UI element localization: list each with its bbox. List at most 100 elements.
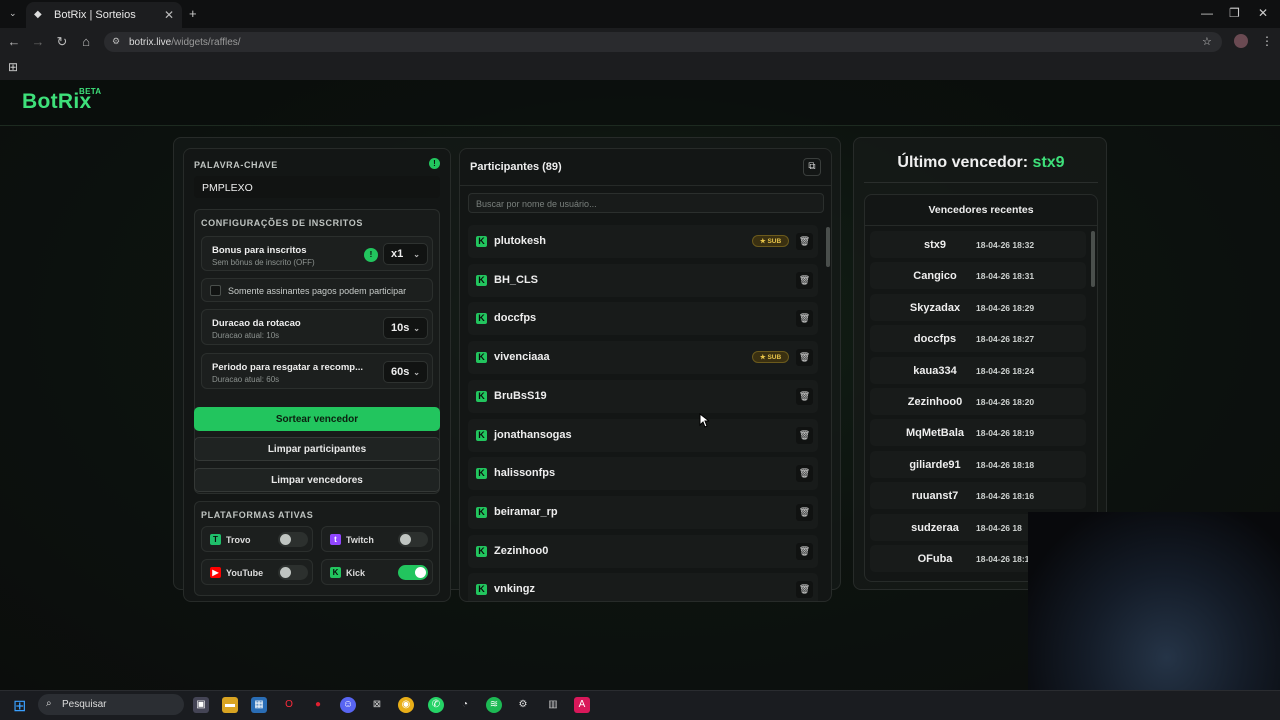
restore-icon[interactable]: ❐ — [1229, 6, 1240, 20]
apps-grid-icon[interactable]: ⊞ — [8, 60, 18, 74]
clear-participants-button[interactable]: Limpar participantes — [194, 437, 440, 461]
winner-date: 18-04-26 18:20 — [976, 397, 1035, 407]
bonus-title: Bonus para inscritos — [212, 245, 307, 256]
url-domain: botrix.live — [129, 36, 172, 48]
clock-app-icon[interactable]: ◔ — [457, 697, 473, 713]
site-info-icon[interactable]: ⚙ — [112, 36, 120, 47]
menu-icon[interactable]: ⋮ — [1261, 34, 1273, 48]
rotation-select[interactable]: 10s ⌄ — [383, 317, 428, 339]
twitch-icon: t — [330, 534, 341, 545]
app-red-icon[interactable]: ● — [310, 697, 326, 713]
app-pink-icon[interactable]: A — [574, 697, 590, 713]
trovo-icon: T — [210, 534, 221, 545]
minimize-icon[interactable]: — — [1201, 6, 1213, 20]
youtube-toggle[interactable] — [278, 565, 308, 580]
trash-icon[interactable]: 🗑 — [796, 349, 813, 367]
address-bar[interactable]: ⚙ botrix.live/widgets/raffles/ ☆ — [104, 32, 1222, 52]
keyword-info-icon[interactable]: ! — [429, 158, 440, 169]
bookmark-star-icon[interactable]: ☆ — [1202, 35, 1212, 48]
bonus-select[interactable]: x1 ⌄ — [383, 243, 428, 265]
browser-titlebar: ⌄ ◆ BotRix | Sorteios ✕ + — ❐ ✕ — [0, 0, 1280, 28]
botrix-favicon-icon: ◆ — [34, 9, 42, 20]
windows-taskbar — [0, 690, 1280, 720]
clear-winners-button[interactable]: Limpar vencedores — [194, 468, 440, 492]
recent-winners-title: Vencedores recentes — [928, 204, 1034, 216]
profile-avatar[interactable] — [1234, 34, 1248, 48]
home-icon[interactable]: ⌂ — [78, 34, 94, 49]
participant-row: Kplutokesh ★ SUB 🗑 — [468, 225, 818, 258]
winner-row: MqMetBala 18-04-26 18:19 — [870, 419, 1086, 447]
chrome-icon[interactable]: ◉ — [398, 697, 414, 713]
winner-row: Zezinhoo0 18-04-26 18:20 — [870, 388, 1086, 415]
tab-title: BotRix | Sorteios — [54, 9, 136, 21]
reload-icon[interactable]: ↻ — [54, 34, 70, 50]
trash-icon[interactable]: 🗑 — [796, 387, 813, 405]
back-icon[interactable]: ← — [6, 34, 22, 49]
trovo-toggle[interactable] — [278, 532, 308, 547]
kick-icon: K — [476, 313, 487, 325]
whatsapp-icon[interactable]: ✆ — [428, 697, 444, 713]
participant-name: doccfps — [494, 312, 537, 325]
trash-icon[interactable]: 🗑 — [796, 542, 813, 560]
subs-section-label: CONFIGURAÇÕES DE INSCRITOS — [201, 218, 363, 228]
new-tab-icon[interactable]: + — [189, 6, 197, 21]
keyword-input[interactable]: PMPLEXO — [194, 176, 440, 198]
divider — [865, 225, 1097, 226]
participant-search-input[interactable]: Buscar por nome de usuário... — [468, 193, 824, 213]
tab-close-icon[interactable]: ✕ — [164, 8, 174, 22]
participant-name: beiramar_rp — [494, 505, 558, 518]
participant-row: Khalissonfps 🗑 — [468, 457, 818, 491]
trash-icon[interactable]: 🗑 — [796, 271, 813, 289]
participant-scrollbar[interactable] — [826, 227, 830, 267]
copy-icon[interactable]: ⧉ — [803, 158, 821, 176]
settings-gear-icon[interactable]: ⚙ — [515, 697, 531, 713]
only-paid-row[interactable]: Somente assinantes pagos podem participa… — [201, 278, 433, 302]
settings-panel: PALAVRA-CHAVE ! PMPLEXO CONFIGURAÇÕES DE… — [183, 148, 451, 602]
winners-scrollbar[interactable] — [1091, 231, 1095, 287]
kick-icon: K — [476, 236, 487, 247]
only-paid-checkbox[interactable] — [210, 285, 221, 296]
winner-date: 18-04-26 18:19 — [976, 428, 1035, 439]
kick-icon: K — [476, 352, 487, 364]
trash-icon[interactable]: 🗑 — [796, 233, 813, 250]
browser-tab[interactable]: ◆ BotRix | Sorteios ✕ — [26, 2, 182, 28]
forward-icon[interactable]: → — [30, 34, 46, 49]
last-winner-name: stx9 — [1032, 154, 1065, 171]
winner-row: giliarde91 18-04-26 18:18 — [870, 450, 1086, 478]
sub-badge: ★ SUB — [752, 235, 789, 247]
trash-icon[interactable]: 🗑 — [796, 426, 813, 444]
xbox-icon[interactable]: ⊠ — [369, 697, 385, 713]
discord-icon[interactable]: ☺ — [340, 697, 356, 713]
trash-icon[interactable]: 🗑 — [796, 503, 813, 521]
trash-icon[interactable]: 🗑 — [796, 310, 813, 328]
platform-trovo: T Trovo — [201, 526, 313, 552]
twitch-toggle[interactable] — [398, 532, 428, 547]
trash-icon[interactable]: 🗑 — [796, 581, 813, 599]
app-bars-icon[interactable]: ▥ — [545, 697, 561, 713]
task-view-icon[interactable]: ▣ — [193, 697, 209, 713]
store-icon[interactable]: ▦ — [251, 697, 267, 713]
kick-toggle[interactable] — [398, 565, 428, 580]
opera-icon[interactable]: O — [281, 697, 297, 713]
kick-icon: K — [476, 390, 487, 402]
draw-winner-button[interactable]: Sortear vencedor — [194, 407, 440, 431]
tab-list-icon[interactable]: ⌄ — [9, 8, 17, 19]
botrix-logo[interactable]: BotRix BETA — [22, 87, 101, 114]
platform-name: YouTube — [226, 568, 264, 578]
taskbar-search[interactable]: ⌕ Pesquisar — [38, 694, 184, 715]
participant-name: vnkingz — [494, 583, 535, 596]
file-explorer-icon[interactable]: ▬ — [222, 697, 238, 713]
windows-start-icon[interactable]: ⊞ — [13, 696, 26, 716]
winner-row: Skyzadax 18-04-26 18:29 — [870, 293, 1086, 321]
platform-name: Trovo — [226, 535, 251, 545]
keyword-label: PALAVRA-CHAVE — [194, 160, 278, 170]
spotify-icon[interactable]: ≋ — [486, 697, 502, 713]
participant-row: K Zezinhoo0 🗑 — [468, 534, 818, 568]
trash-icon[interactable]: 🗑 — [796, 465, 813, 483]
redeem-select[interactable]: 60s ⌄ — [383, 361, 428, 383]
winner-date: 18-04-26 18:32 — [976, 240, 1035, 250]
bonus-info-icon[interactable]: ! — [364, 248, 378, 262]
close-window-icon[interactable]: ✕ — [1258, 6, 1268, 20]
chevron-down-icon: ⌄ — [413, 367, 420, 377]
url-path: /widgets/raffles/ — [171, 36, 241, 48]
